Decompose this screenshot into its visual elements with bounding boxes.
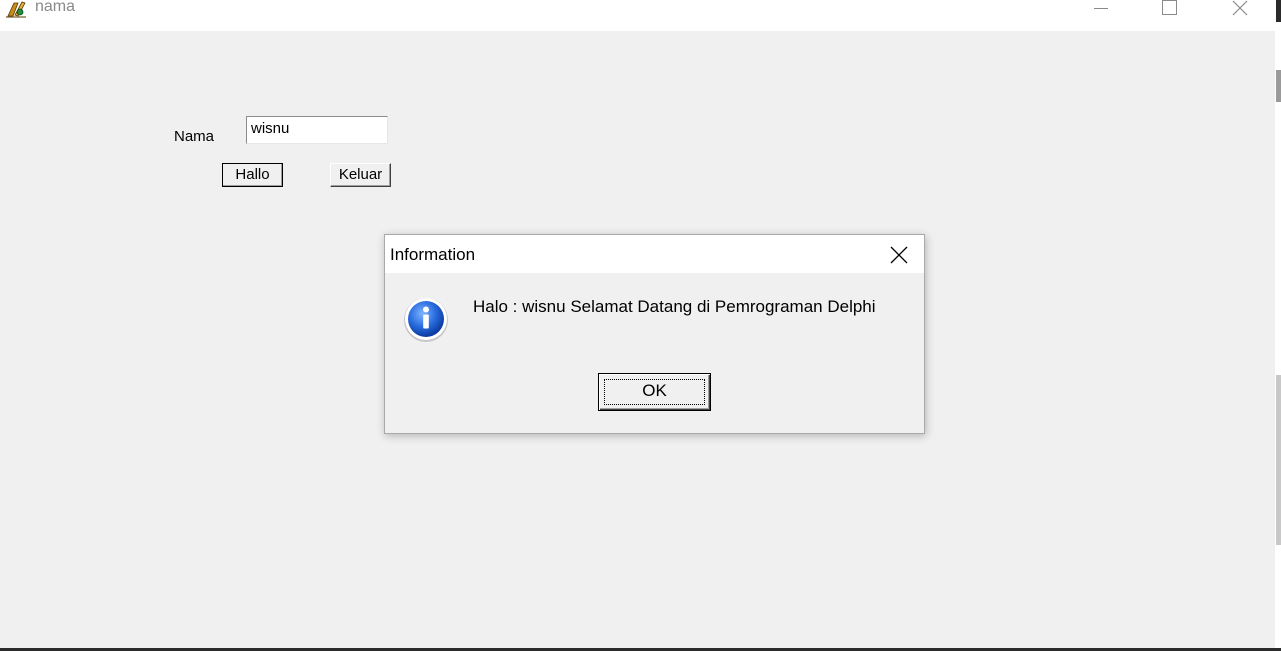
information-icon	[403, 295, 449, 343]
dialog-title: Information	[390, 245, 476, 264]
name-label: Nama	[174, 128, 215, 145]
close-button[interactable]	[1217, 0, 1263, 18]
close-icon	[1232, 0, 1248, 16]
dialog-titlebar[interactable]: Information	[385, 235, 924, 273]
ok-button-label: OK	[642, 381, 667, 400]
minimize-icon	[1094, 8, 1108, 9]
maximize-button[interactable]	[1147, 0, 1193, 18]
background-window-edge	[1275, 0, 1281, 651]
information-dialog: Information Halo: wisnu Selamat Datang …	[384, 234, 925, 434]
dialog-close-button[interactable]	[875, 239, 923, 271]
close-icon	[890, 246, 908, 264]
minimize-button[interactable]	[1078, 0, 1124, 18]
maximize-icon	[1162, 0, 1177, 15]
dialog-message: Halo : wisnu Selamat Datang di Pemrogram…	[473, 297, 876, 316]
keluar-button[interactable]: Keluar	[330, 163, 391, 187]
window-title: nama	[35, 0, 76, 15]
hallo-button[interactable]: Hallo	[222, 163, 283, 187]
ok-button[interactable]: OK	[598, 373, 711, 411]
delphi-app-icon	[5, 0, 27, 18]
name-input[interactable]: wisnu	[246, 116, 388, 144]
app-window: nama Nama wisnu Hallo Keluar Information	[0, 0, 1275, 648]
window-titlebar[interactable]: nama	[0, 0, 1275, 31]
